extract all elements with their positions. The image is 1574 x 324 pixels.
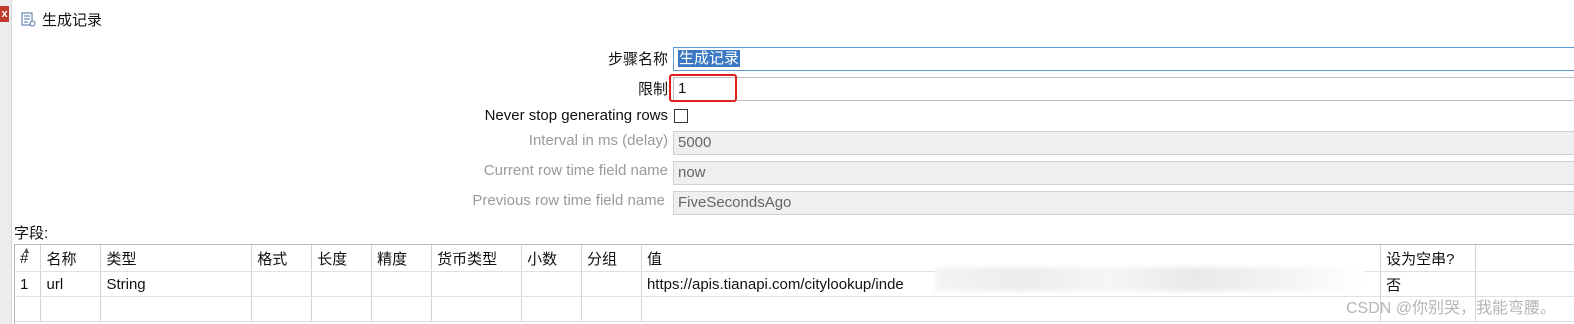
table-icon (21, 12, 36, 27)
current-row-input[interactable]: now (673, 161, 1574, 185)
col-header-set-empty[interactable]: 设为空串? (1380, 245, 1477, 272)
cell-index[interactable]: 1 (15, 271, 42, 297)
dialog-title: 生成记录 (42, 11, 103, 29)
cell-precision[interactable] (371, 271, 433, 297)
cell-decimal[interactable] (521, 271, 583, 297)
col-header-currency[interactable]: 货币类型 (431, 245, 523, 272)
interval-value: 5000 (678, 134, 712, 151)
dialog-title-bar: 生成记录 (20, 8, 102, 30)
col-header-precision[interactable]: 精度 (371, 245, 433, 272)
watermark: CSDN @你别哭，我能弯腰。 (1345, 300, 1556, 317)
cell-name[interactable]: url (40, 271, 102, 297)
previous-row-input[interactable]: FiveSecondsAgo (673, 191, 1574, 215)
previous-row-label: Previous row time field name (472, 192, 665, 209)
left-edge-strip: x (0, 0, 12, 324)
col-header-format[interactable]: 格式 (251, 245, 313, 272)
fields-section-label: 字段: (14, 225, 49, 242)
col-header-decimal[interactable]: 小数 (521, 245, 583, 272)
cell-format[interactable] (251, 271, 313, 297)
empty-cell[interactable] (641, 296, 1382, 322)
limit-input[interactable]: 1 (673, 77, 1574, 101)
sort-up-icon[interactable]: ▲ (22, 245, 31, 255)
empty-cell[interactable] (15, 296, 42, 322)
empty-cell[interactable] (251, 296, 313, 322)
empty-cell[interactable] (40, 296, 102, 322)
col-header-group[interactable]: 分组 (581, 245, 642, 272)
limit-label: 限制 (637, 81, 668, 98)
previous-row-value: FiveSecondsAgo (678, 194, 792, 211)
empty-cell[interactable] (311, 296, 373, 322)
interval-label: Interval in ms (delay) (528, 132, 668, 149)
interval-input[interactable]: 5000 (673, 131, 1574, 155)
cell-currency[interactable] (431, 271, 523, 297)
col-header-filler (1475, 245, 1574, 272)
limit-highlight-box (669, 74, 737, 102)
current-row-label: Current row time field name (483, 162, 668, 179)
cell-filler (1475, 271, 1574, 297)
col-header-name[interactable]: 名称 (40, 245, 102, 272)
col-header-type[interactable]: 类型 (100, 245, 253, 272)
never-stop-checkbox[interactable] (674, 109, 688, 123)
step-name-input[interactable]: 生成记录 (673, 47, 1574, 71)
current-row-value: now (678, 164, 706, 181)
generate-rows-dialog: x 生成记录 步骤名称 生成记录 限制 1 Never stop generat… (0, 0, 1574, 324)
step-name-label: 步骤名称 (607, 51, 668, 68)
cell-length[interactable] (311, 271, 373, 297)
col-header-length[interactable]: 长度 (311, 245, 373, 272)
never-stop-label: Never stop generating rows (484, 107, 668, 124)
empty-cell[interactable] (521, 296, 583, 322)
empty-cell[interactable] (371, 296, 433, 322)
cell-group[interactable] (581, 271, 642, 297)
cell-type[interactable]: String (100, 271, 253, 297)
cell-set-empty[interactable]: 否 (1380, 271, 1477, 297)
step-name-value: 生成记录 (678, 50, 741, 67)
table-row[interactable] (15, 296, 1574, 322)
empty-cell[interactable] (431, 296, 523, 322)
close-icon[interactable]: x (0, 6, 9, 22)
redaction-blur (935, 267, 1365, 291)
empty-cell[interactable] (100, 296, 253, 322)
empty-cell[interactable] (581, 296, 642, 322)
